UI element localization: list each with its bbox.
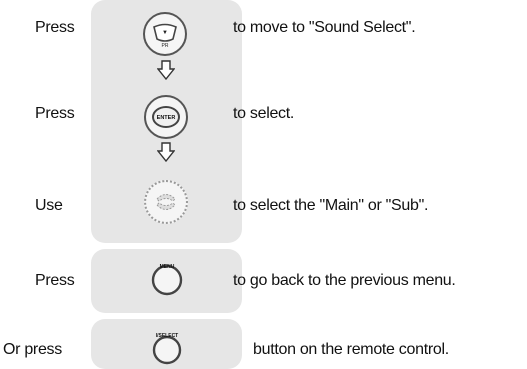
down-nav-glyph: ▼ [162, 30, 168, 36]
flow-arrow-icon [157, 60, 175, 80]
step-4-text: to go back to the previous menu. [233, 272, 456, 289]
flow-arrow-icon [157, 142, 175, 162]
step-4-verb: Press [35, 272, 75, 289]
enter-icon: ENTER [152, 106, 180, 128]
down-arrow-icon: ▼ PR [153, 23, 177, 49]
i-select-button[interactable]: I/SELECT [147, 326, 187, 366]
step-1-verb: Press [35, 19, 75, 36]
step-1-text: to move to "Sound Select". [233, 19, 416, 36]
enter-button[interactable]: ENTER [144, 95, 188, 139]
step-5-text: button on the remote control. [253, 341, 449, 358]
menu-glyph: MENU [160, 264, 175, 270]
step-2-text: to select. [233, 105, 295, 122]
down-nav-button[interactable]: ▼ PR [143, 12, 187, 56]
up-down-icon [156, 194, 176, 210]
step-3-verb: Use [35, 197, 63, 214]
select-icon: I/SELECT [152, 333, 182, 365]
menu-button[interactable]: MENU [147, 258, 187, 298]
step-2-verb: Press [35, 105, 75, 122]
down-nav-subtext: PR [162, 43, 169, 49]
select-glyph: I/SELECT [156, 333, 179, 339]
up-down-nav-button[interactable] [144, 180, 188, 224]
menu-icon: MENU [151, 264, 183, 296]
step-3-text: to select the "Main" or "Sub". [233, 197, 429, 214]
enter-glyph: ENTER [157, 115, 176, 121]
step-5-verb: Or press [3, 341, 62, 358]
